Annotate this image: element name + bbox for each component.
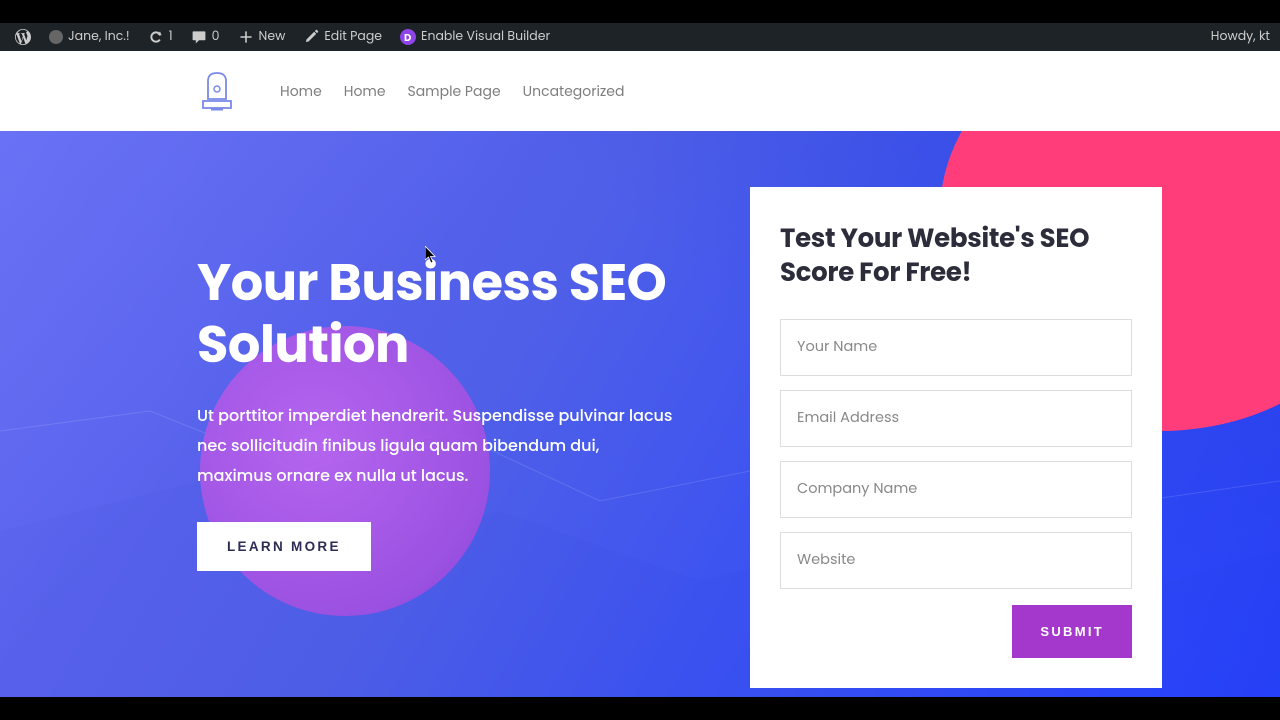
- comments-count: 0: [212, 28, 220, 46]
- email-field[interactable]: [780, 390, 1132, 447]
- wp-logo-menu[interactable]: [6, 23, 40, 51]
- site-header: Home Home Sample Page Uncategorized: [0, 51, 1280, 131]
- comments-menu[interactable]: 0: [182, 23, 229, 51]
- company-field[interactable]: [780, 461, 1132, 518]
- hero-title: Your Business SEO Solution: [197, 251, 677, 375]
- hero-description: Ut porttitor imperdiet hendrerit. Suspen…: [197, 401, 677, 490]
- comment-icon: [191, 29, 207, 45]
- nav-link-home-1[interactable]: Home: [280, 81, 322, 102]
- updates-menu[interactable]: 1: [139, 23, 182, 51]
- submit-button[interactable]: SUBMIT: [1012, 605, 1132, 658]
- plus-icon: [238, 29, 254, 45]
- nav-link-uncategorized[interactable]: Uncategorized: [523, 81, 625, 102]
- hero-section: Your Business SEO Solution Ut porttitor …: [0, 131, 1280, 697]
- logo-icon: [200, 71, 234, 111]
- website-field[interactable]: [780, 532, 1132, 589]
- hero-content: Your Business SEO Solution Ut porttitor …: [197, 251, 677, 571]
- primary-nav: Home Home Sample Page Uncategorized: [280, 81, 624, 102]
- site-name-label: Jane, Inc.!: [68, 28, 130, 46]
- site-name-menu[interactable]: Jane, Inc.!: [40, 23, 139, 51]
- updates-count: 1: [169, 28, 173, 46]
- divi-builder-menu[interactable]: Enable Visual Builder: [391, 23, 559, 51]
- pencil-icon: [303, 29, 319, 45]
- nav-link-sample[interactable]: Sample Page: [408, 81, 501, 102]
- edit-page-menu[interactable]: Edit Page: [294, 23, 391, 51]
- site-icon: [49, 30, 63, 44]
- visual-builder-label: Enable Visual Builder: [421, 28, 550, 46]
- seo-form-card: Test Your Website's SEO Score For Free! …: [750, 187, 1162, 688]
- new-label: New: [259, 28, 286, 46]
- new-content-menu[interactable]: New: [229, 23, 295, 51]
- name-field[interactable]: [780, 319, 1132, 376]
- divi-icon: [400, 29, 416, 45]
- refresh-icon: [148, 29, 164, 45]
- wp-admin-bar: Jane, Inc.! 1 0 New Edit Page Enable Vis…: [0, 23, 1280, 51]
- site-logo[interactable]: [200, 71, 234, 111]
- nav-link-home-2[interactable]: Home: [344, 81, 386, 102]
- learn-more-button[interactable]: LEARN MORE: [197, 522, 371, 571]
- user-greeting[interactable]: Howdy, kt: [1211, 28, 1274, 46]
- edit-page-label: Edit Page: [324, 28, 382, 46]
- wordpress-icon: [15, 29, 31, 45]
- form-title: Test Your Website's SEO Score For Free!: [780, 223, 1132, 291]
